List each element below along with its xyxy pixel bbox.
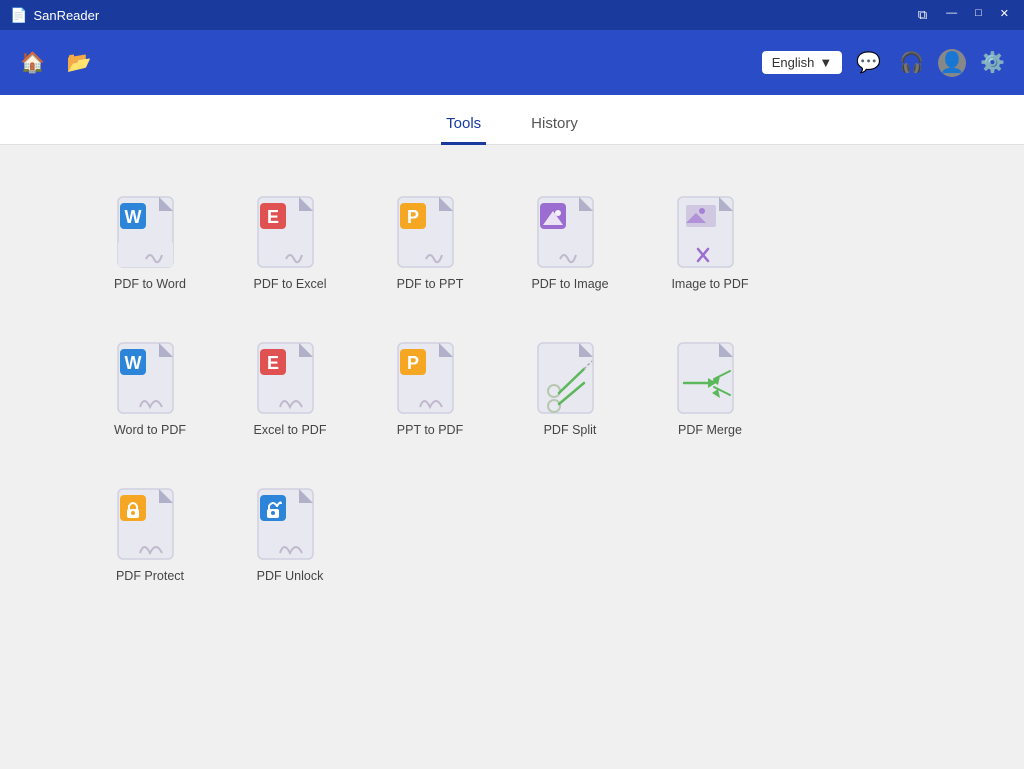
tool-pdf-merge[interactable]: PDF Merge (640, 321, 780, 447)
svg-text:P: P (407, 207, 419, 227)
toolbar-left: 🏠 📂 (15, 45, 97, 80)
pdf-split-icon (534, 341, 606, 423)
title-bar: 📄 SanReader ⧉ — □ ✕ (0, 0, 1024, 30)
svg-text:W: W (125, 207, 142, 227)
pdf-protect-icon (114, 487, 186, 569)
image-to-pdf-label: Image to PDF (671, 277, 748, 291)
pdf-to-excel-icon: E (254, 195, 326, 277)
tool-image-to-pdf[interactable]: Image to PDF (640, 175, 780, 301)
tab-tools[interactable]: Tools (441, 105, 486, 145)
tool-pdf-protect[interactable]: PDF Protect (80, 467, 220, 593)
tool-word-to-pdf[interactable]: W Word to PDF (80, 321, 220, 447)
tool-pdf-split[interactable]: PDF Split (500, 321, 640, 447)
svg-text:E: E (267, 353, 279, 373)
ppt-to-pdf-label: PPT to PDF (397, 423, 463, 437)
tool-pdf-to-word[interactable]: W PDF to Word (80, 175, 220, 301)
pdf-to-word-label: PDF to Word (114, 277, 186, 291)
pdf-unlock-icon (254, 487, 326, 569)
tool-pdf-unlock[interactable]: PDF Unlock (220, 467, 360, 593)
pdf-to-word-icon: W (114, 195, 186, 277)
restore-icon[interactable]: ⧉ (912, 5, 933, 25)
tool-pdf-to-image[interactable]: PDF to Image (500, 175, 640, 301)
maximize-button[interactable]: □ (970, 5, 987, 25)
window-controls: ⧉ — □ ✕ (912, 5, 1014, 25)
tools-row-3: PDF Protect PDF Unlock (80, 467, 944, 593)
pdf-to-excel-label: PDF to Excel (254, 277, 327, 291)
tool-excel-to-pdf[interactable]: E Excel to PDF (220, 321, 360, 447)
tabs-bar: Tools History (0, 95, 1024, 145)
pdf-to-image-label: PDF to Image (531, 277, 608, 291)
svg-text:P: P (407, 353, 419, 373)
home-icon[interactable]: 🏠 (15, 45, 50, 80)
word-to-pdf-label: Word to PDF (114, 423, 186, 437)
svg-text:E: E (267, 207, 279, 227)
tool-pdf-to-excel[interactable]: E PDF to Excel (220, 175, 360, 301)
open-folder-icon[interactable]: 📂 (62, 45, 97, 80)
ppt-to-pdf-icon: P (394, 341, 466, 423)
toolbar-right: English ▼ 💬 🎧 👤 ⚙️ (762, 46, 1009, 79)
pdf-merge-label: PDF Merge (678, 423, 742, 437)
close-button[interactable]: ✕ (995, 5, 1014, 25)
chevron-down-icon: ▼ (819, 55, 832, 70)
feedback-icon[interactable]: 💬 (852, 46, 885, 79)
language-selector[interactable]: English ▼ (762, 51, 843, 74)
headset-icon[interactable]: 🎧 (895, 46, 928, 79)
app-title: SanReader (33, 8, 99, 23)
excel-to-pdf-icon: E (254, 341, 326, 423)
tool-ppt-to-pdf[interactable]: P PPT to PDF (360, 321, 500, 447)
tool-pdf-to-ppt[interactable]: P PDF to PPT (360, 175, 500, 301)
pdf-to-image-icon (534, 195, 606, 277)
app-title-area: 📄 SanReader (10, 7, 99, 24)
tools-row-1: W PDF to Word E PDF to Excel (80, 175, 944, 301)
settings-icon[interactable]: ⚙️ (976, 46, 1009, 79)
image-to-pdf-icon (674, 195, 746, 277)
tools-content: W PDF to Word E PDF to Excel (0, 145, 1024, 623)
language-label: English (772, 55, 815, 70)
app-icon: 📄 (10, 7, 27, 24)
toolbar: 🏠 📂 English ▼ 💬 🎧 👤 ⚙️ (0, 30, 1024, 95)
pdf-unlock-label: PDF Unlock (257, 569, 324, 583)
svg-text:W: W (125, 353, 142, 373)
pdf-merge-icon (674, 341, 746, 423)
user-avatar[interactable]: 👤 (938, 49, 966, 77)
tab-history[interactable]: History (526, 105, 583, 145)
pdf-protect-label: PDF Protect (116, 569, 184, 583)
excel-to-pdf-label: Excel to PDF (254, 423, 327, 437)
word-to-pdf-icon: W (114, 341, 186, 423)
pdf-to-ppt-icon: P (394, 195, 466, 277)
pdf-split-label: PDF Split (544, 423, 597, 437)
pdf-to-ppt-label: PDF to PPT (397, 277, 464, 291)
minimize-button[interactable]: — (941, 5, 962, 25)
tools-row-2: W Word to PDF E Excel to PDF (80, 321, 944, 447)
